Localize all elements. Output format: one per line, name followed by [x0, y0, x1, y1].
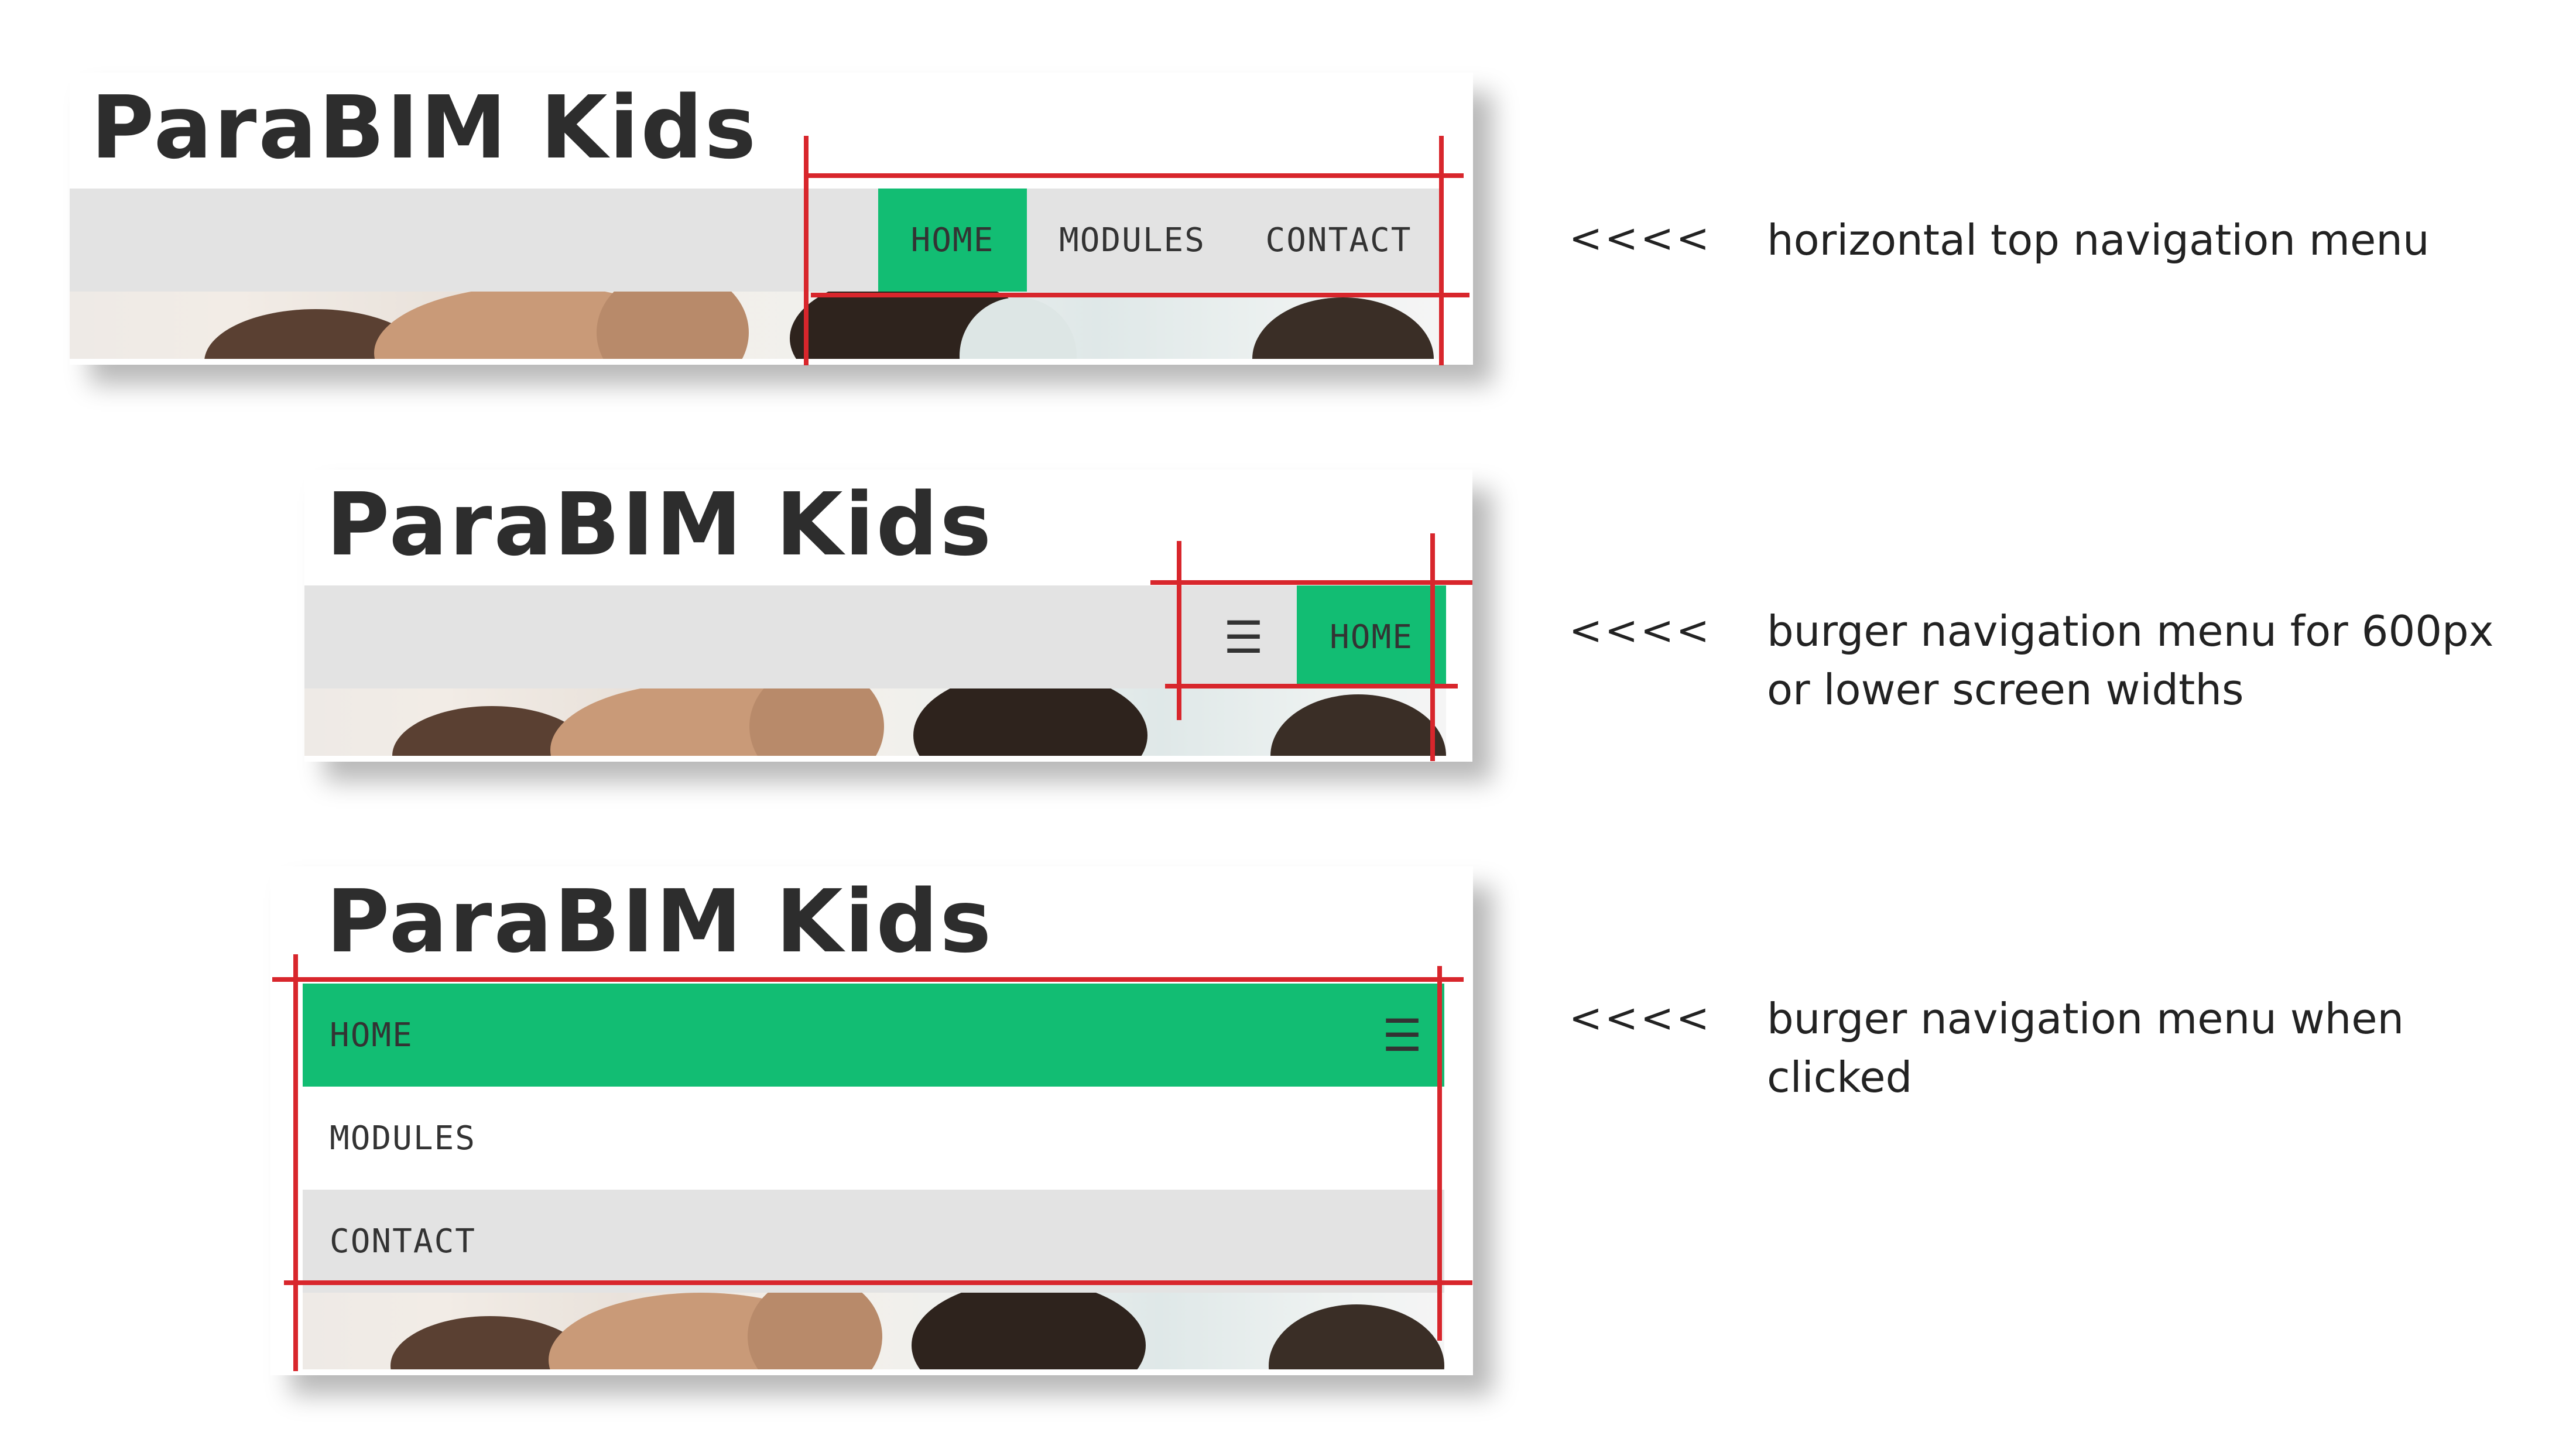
highlight-line: [804, 136, 809, 365]
annotation-arrows: <<<<: [1569, 995, 1712, 1042]
highlight-line: [272, 977, 1464, 982]
burger-nav-open-preview: ParaBIM Kids HOME ☰ MODULES CONTACT: [270, 866, 1473, 1375]
nav-item-contact[interactable]: CONTACT: [1238, 189, 1440, 292]
highlight-line: [1439, 136, 1444, 365]
highlight-line: [805, 173, 1464, 178]
highlight-line: [1150, 580, 1472, 585]
nav-item-home[interactable]: HOME: [878, 189, 1027, 292]
nav-item-modules[interactable]: MODULES: [1027, 189, 1238, 292]
annotation-burger-open: burger navigation menu when clicked: [1767, 994, 2404, 1102]
menu-icon[interactable]: ☰: [1382, 1009, 1423, 1061]
nav-item-contact-label: CONTACT: [330, 1222, 477, 1260]
site-title: ParaBIM Kids: [326, 474, 994, 575]
annotation-horizontal-nav: horizontal top navigation menu: [1767, 215, 2430, 265]
annotation-burger-nav: burger navigation menu for 600px or lowe…: [1767, 607, 2494, 714]
highlight-line: [284, 1280, 1472, 1285]
highlight-line: [293, 954, 298, 1371]
menu-icon[interactable]: ☰: [1191, 585, 1297, 688]
nav-item-home[interactable]: HOME ☰: [303, 984, 1444, 1087]
horizontal-nav-preview: ParaBIM Kids HOME MODULES CONTACT: [70, 73, 1473, 365]
highlight-line: [1430, 533, 1435, 761]
site-title: ParaBIM Kids: [326, 871, 994, 972]
site-title: ParaBIM Kids: [91, 77, 758, 178]
nav-item-contact[interactable]: CONTACT: [303, 1190, 1444, 1293]
burger-nav-preview: ParaBIM Kids ☰ HOME: [304, 470, 1472, 762]
annotation-arrows: <<<<: [1569, 608, 1712, 654]
top-navigation-bar: ☰ HOME: [304, 585, 1446, 688]
nav-item-modules-label: MODULES: [330, 1119, 477, 1157]
nav-item-home-label: HOME: [330, 1016, 413, 1054]
annotation-arrows: <<<<: [1569, 215, 1712, 262]
highlight-line: [1165, 684, 1458, 688]
nav-item-modules[interactable]: MODULES: [303, 1087, 1444, 1190]
hero-image: [70, 292, 1440, 359]
top-navigation-bar: HOME MODULES CONTACT: [70, 189, 1440, 292]
highlight-line: [1177, 541, 1181, 720]
highlight-line: [811, 293, 1469, 297]
hero-image: [304, 688, 1446, 756]
nav-item-home[interactable]: HOME: [1297, 585, 1446, 688]
hero-image: [303, 1293, 1444, 1369]
